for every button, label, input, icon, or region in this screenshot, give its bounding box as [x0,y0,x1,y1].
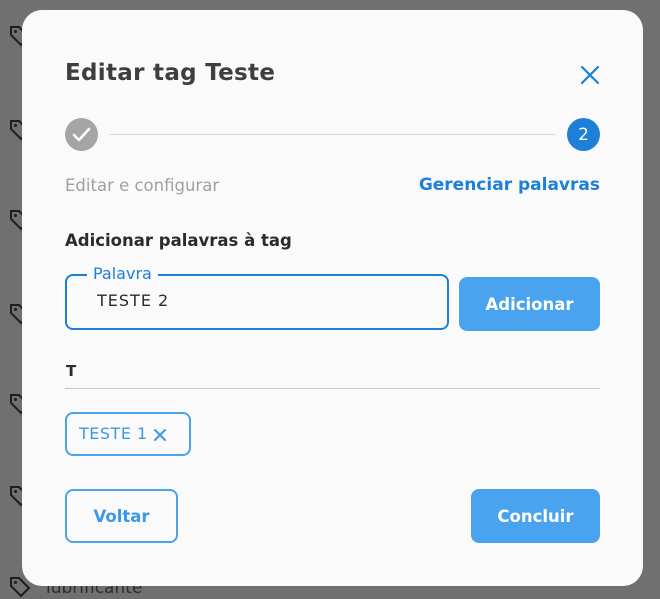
word-field[interactable]: Palavra [65,265,449,330]
close-icon[interactable] [579,64,601,86]
word-chip: TESTE 1 [65,412,191,456]
step-2-active: 2 [567,118,600,151]
remove-chip-icon[interactable] [153,428,167,442]
back-button[interactable]: Voltar [65,489,178,543]
modal-title: Editar tag Teste [65,60,276,86]
stepper-connector [109,134,556,135]
group-divider [65,388,600,389]
add-word-button[interactable]: Adicionar [459,277,600,331]
check-icon [72,127,91,142]
word-group-letter: T [66,362,77,380]
word-input[interactable] [97,291,417,310]
word-chip-label: TESTE 1 [79,424,148,443]
step-2-label: Gerenciar palavras [418,175,600,195]
word-field-label: Palavra [87,265,158,283]
section-title: Adicionar palavras à tag [65,231,292,250]
finish-button[interactable]: Concluir [471,489,600,543]
step-1-label: Editar e configurar [65,176,220,195]
edit-tag-modal: Editar tag Teste 2 Editar e configurar G… [22,10,643,586]
step-1-completed [65,118,98,151]
